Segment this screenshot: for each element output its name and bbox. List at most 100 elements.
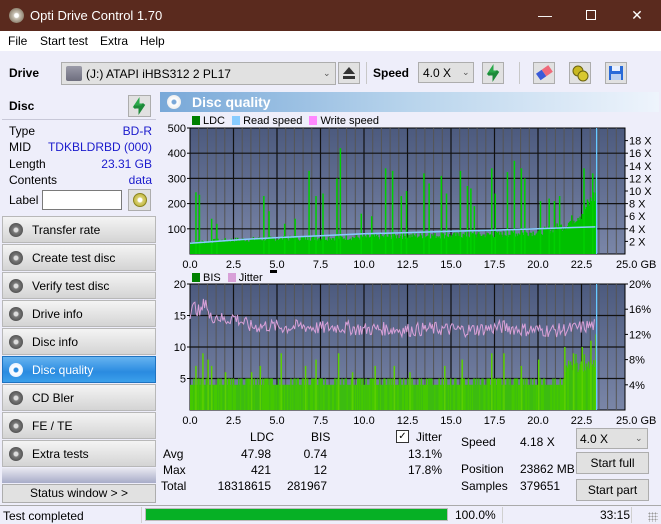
y2-tick-label: 2 X	[629, 236, 646, 248]
menu-start-test[interactable]: Start test	[40, 34, 88, 48]
window-title: Opti Drive Control 1.70	[30, 8, 163, 23]
resize-grip[interactable]	[648, 512, 658, 522]
ldc-spike	[491, 168, 493, 254]
bis-spike	[538, 359, 540, 410]
x-tick-label: 22.5	[571, 259, 592, 270]
nav-item-verify-test-disc[interactable]: Verify test disc	[2, 272, 156, 299]
x-tick-label: 20.0	[527, 415, 548, 426]
bis-spike	[195, 365, 197, 410]
ldc-spike	[263, 196, 265, 254]
samples-label: Samples	[461, 479, 508, 493]
x-tick-label: 10.0	[353, 415, 374, 426]
ldc-spike	[384, 168, 387, 254]
close-button[interactable]: ✕	[614, 0, 660, 31]
y2-tick-label: 20%	[629, 279, 651, 291]
y-tick-label: 500	[168, 123, 186, 135]
nav-disc-icon	[9, 419, 23, 433]
refresh-speed-button[interactable]	[482, 62, 504, 84]
start-part-button[interactable]: Start part	[576, 479, 649, 501]
erase-button[interactable]	[533, 62, 555, 84]
save-button[interactable]	[605, 62, 627, 84]
nav-item-extra-tests[interactable]: Extra tests	[2, 440, 156, 467]
bis-spike	[351, 372, 354, 410]
nav-item-label: Create test disc	[32, 251, 116, 265]
nav-disc-icon	[9, 251, 23, 265]
nav-item-create-test-disc[interactable]: Create test disc	[2, 244, 156, 271]
x-tick-label: 15.0	[440, 259, 461, 270]
jitter-checkbox[interactable]: ✓	[396, 430, 409, 443]
menu-help[interactable]: Help	[140, 34, 165, 48]
x-tick-label: 2.5	[226, 259, 241, 270]
maximize-button[interactable]	[568, 0, 614, 31]
ldc-spike	[548, 198, 550, 254]
drive-select[interactable]: (J:) ATAPI iHBS312 2 PL17 ⌄	[61, 62, 336, 85]
disc-length-label: Length	[9, 157, 46, 171]
disc-mid-row: MID TDKBLDRBD (000)	[9, 140, 152, 156]
nav-item-disc-info[interactable]: Disc info	[2, 328, 156, 355]
disc-length-row: Length 23.31 GB	[9, 157, 152, 173]
disc-quality-title: Disc quality	[192, 94, 271, 110]
nav-item-label: Disc info	[32, 335, 79, 349]
x-tick-label: 7.5	[313, 415, 328, 426]
test-speed-select[interactable]: 4.0 X ⌄	[576, 428, 648, 449]
y2-tick-label: 6 X	[629, 211, 646, 223]
x-tick-label: 5.0	[269, 415, 284, 426]
y2-tick-label: 14 X	[629, 161, 652, 173]
disc-quality-icon	[167, 95, 181, 109]
speed-label: Speed	[461, 435, 496, 449]
status-window-button[interactable]: Status window > >	[2, 484, 156, 503]
menu-file[interactable]: File	[8, 34, 27, 48]
disc-label-button[interactable]	[128, 189, 151, 211]
disc-contents-row: Contents data	[9, 173, 152, 189]
nav-disc-icon	[9, 307, 23, 321]
ldc-spike	[216, 223, 218, 254]
stats-avg-bis: 0.74	[303, 447, 327, 461]
bis-spike	[250, 372, 253, 410]
nav-item-drive-info[interactable]: Drive info	[2, 300, 156, 327]
nav-item-cd-bler[interactable]: CD Bler	[2, 384, 156, 411]
y2-tick-label: 18 X	[629, 136, 652, 148]
stats-max-jitter: 17.8%	[407, 463, 442, 477]
ldc-spike	[400, 196, 403, 254]
ldc-spike	[539, 201, 542, 254]
nav-item-label: Extra tests	[32, 447, 89, 461]
ldc-spike	[466, 185, 469, 254]
ldc-spike	[210, 218, 213, 254]
y2-tick-label: 8 X	[629, 199, 646, 211]
minimize-button[interactable]: —	[522, 0, 568, 31]
disc-mid-label: MID	[9, 140, 31, 154]
ldc-spike	[268, 211, 270, 254]
disc-type-label: Type	[9, 124, 36, 138]
disc-length-value: 23.31 GB	[101, 157, 152, 171]
disc-type-row: Type BD-R	[9, 124, 152, 140]
bis-spike	[572, 353, 575, 410]
stats-max-label: Max	[163, 463, 186, 477]
nav-item-transfer-rate[interactable]: Transfer rate	[2, 216, 156, 243]
drive-icon	[66, 66, 82, 81]
nav-item-disc-quality[interactable]: Disc quality	[2, 356, 156, 383]
toolbar-divider	[519, 62, 520, 84]
start-full-button[interactable]: Start full	[576, 452, 649, 474]
burn-settings-button[interactable]	[569, 62, 591, 84]
chevron-down-icon: ⌄	[462, 67, 470, 77]
disc-header-title: Disc	[9, 99, 35, 113]
bis-spike	[409, 372, 411, 410]
disc-refresh-button[interactable]	[128, 95, 151, 117]
x-tick-label: 17.5	[484, 415, 505, 426]
ldc-spike	[440, 175, 443, 254]
stats-avg-ldc: 47.98	[240, 447, 271, 461]
nav-disc-icon	[9, 279, 23, 293]
ldc-spike	[428, 183, 430, 254]
chevron-down-icon: ⌄	[635, 433, 643, 443]
y2-tick-label: 16 X	[629, 148, 652, 160]
speed-select[interactable]: 4.0 X ⌄	[418, 62, 474, 83]
menu-extra[interactable]: Extra	[100, 34, 128, 48]
eject-button[interactable]	[338, 62, 360, 84]
elapsed-time: 33:15	[600, 508, 631, 522]
nav-item-fe-te[interactable]: FE / TE	[2, 412, 156, 439]
bis-spike	[224, 372, 227, 410]
ldc-spike	[470, 188, 472, 254]
disc-type-value: BD-R	[122, 124, 152, 138]
ldc-spike	[524, 178, 526, 254]
disc-label-input[interactable]	[42, 190, 122, 210]
